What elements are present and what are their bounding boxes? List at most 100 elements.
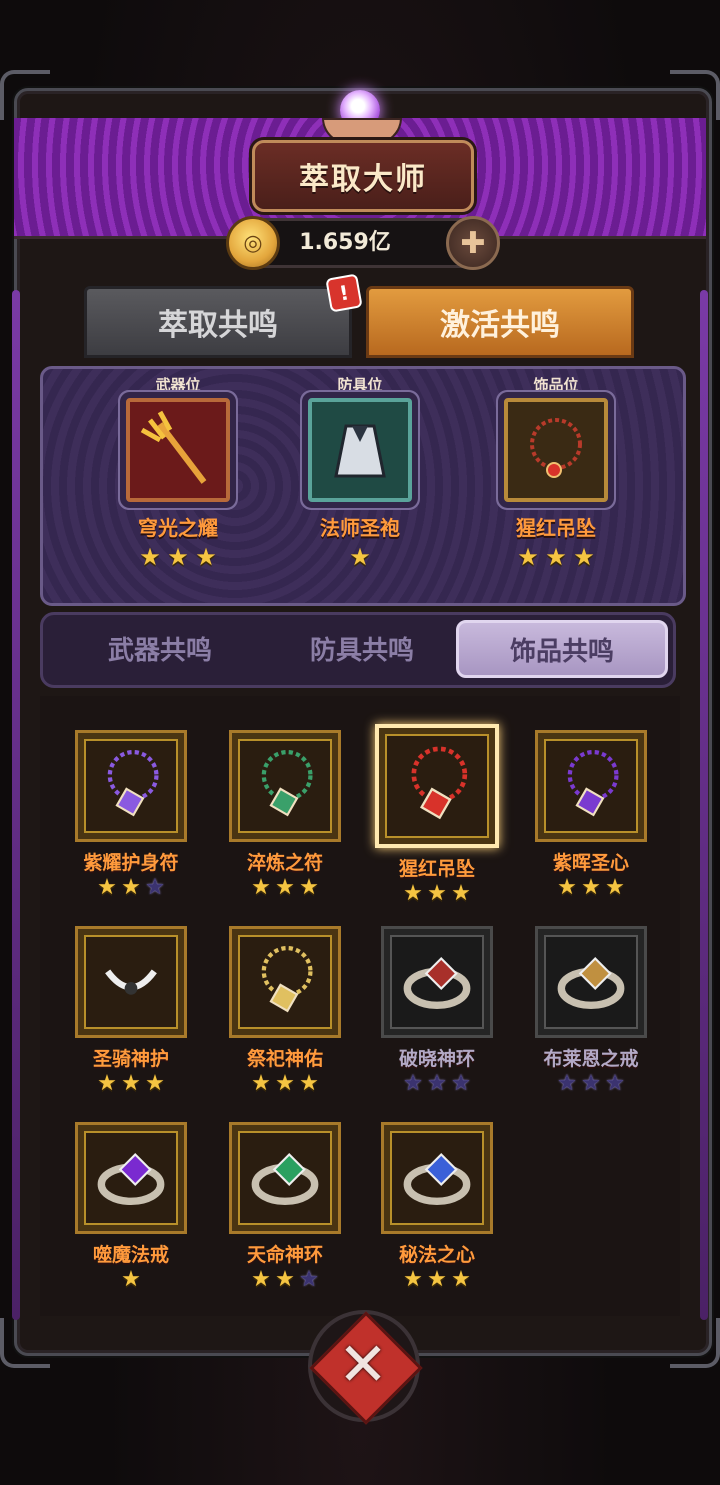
star-icon: ★ <box>251 875 271 900</box>
star-icon: ★ <box>403 1267 423 1292</box>
star-rating: ★ ★ ★ <box>66 877 196 899</box>
star-rating: ★ ★ ★ <box>486 545 626 569</box>
close-icon[interactable]: ✕ <box>320 1322 406 1408</box>
pendant-icon-graphic <box>411 746 468 820</box>
slot-label: 武器位 <box>155 376 201 394</box>
star-icon: ★ <box>97 1071 117 1096</box>
equip-slot-armor[interactable]: 防具位 法师圣袍 ★ <box>290 374 430 569</box>
star-icon: ★ <box>605 875 625 900</box>
ring-icon <box>75 1122 187 1234</box>
star-icon: ★ <box>517 543 539 571</box>
star-icon: ★ <box>145 1071 165 1096</box>
item-name: 祭祀神佑 <box>246 1048 323 1070</box>
star-rating: ★ <box>66 1269 196 1291</box>
title-plate: 萃取大师 <box>252 140 474 212</box>
item-card[interactable]: 破晓神环 ★ ★ ★ <box>372 926 502 1095</box>
star-icon: ★ <box>427 1267 447 1292</box>
item-name: 噬魔法戒 <box>92 1244 169 1266</box>
star-icon: ★ <box>97 875 117 900</box>
star-rating: ★ ★ ★ <box>372 1269 502 1291</box>
star-icon: ★ <box>451 881 471 906</box>
item-card[interactable]: 祭祀神佑 ★ ★ ★ <box>220 926 350 1095</box>
star-icon: ★ <box>121 875 141 900</box>
heart-pendant-icon <box>535 730 647 842</box>
item-name: 淬炼之符 <box>246 852 323 874</box>
ring-icon <box>535 926 647 1038</box>
robe-icon <box>308 398 412 502</box>
tab-extract-resonance[interactable]: 萃取共鸣 <box>84 286 352 358</box>
amulet-icon-graphic <box>107 749 159 817</box>
star-icon: ★ <box>427 881 447 906</box>
empty-star-icon: ★ <box>581 1071 601 1096</box>
star-icon: ★ <box>121 1071 141 1096</box>
star-rating: ★ ★ ★ <box>220 877 350 899</box>
item-card[interactable]: 圣骑神护 ★ ★ ★ <box>66 926 196 1095</box>
slot-item-name: 穹光之耀 <box>138 516 218 540</box>
currency-amount: 1.659亿 <box>299 230 391 255</box>
star-icon: ★ <box>121 1267 141 1292</box>
star-rating: ★ ★ ★ <box>220 1269 350 1291</box>
item-card[interactable]: 布莱恩之戒 ★ ★ ★ <box>526 926 656 1095</box>
star-icon: ★ <box>167 543 189 571</box>
item-card[interactable]: 噬魔法戒 ★ <box>66 1122 196 1291</box>
item-name: 破晓神环 <box>398 1048 475 1070</box>
item-card[interactable]: 猩红吊坠 ★ ★ ★ <box>372 724 502 905</box>
star-rating: ★ ★ ★ <box>372 883 502 905</box>
star-rating: ★ ★ ★ <box>66 1073 196 1095</box>
item-card[interactable]: 秘法之心 ★ ★ ★ <box>372 1122 502 1291</box>
item-card[interactable]: 紫耀护身符 ★ ★ ★ <box>66 730 196 899</box>
item-card[interactable]: 淬炼之符 ★ ★ ★ <box>220 730 350 899</box>
ring-icon-graphic <box>403 1153 471 1206</box>
star-icon: ★ <box>349 543 371 571</box>
item-card[interactable]: 紫晖圣心 ★ ★ ★ <box>526 730 656 899</box>
star-icon: ★ <box>251 1071 271 1096</box>
star-icon: ★ <box>275 1071 295 1096</box>
star-rating: ★ ★ ★ <box>526 877 656 899</box>
winged-charm-icon-graphic <box>105 969 157 995</box>
tab-weapon-resonance[interactable]: 武器共鸣 <box>54 620 266 676</box>
page-title: 萃取大师 <box>299 162 427 197</box>
star-rating: ★ ★ ★ <box>372 1073 502 1095</box>
empty-star-icon: ★ <box>145 875 165 900</box>
winged-charm-icon <box>75 926 187 1038</box>
star-icon: ★ <box>299 875 319 900</box>
star-icon: ★ <box>195 543 217 571</box>
necklace-icon-graphic <box>261 749 313 817</box>
necklace-icon <box>229 926 341 1038</box>
star-icon: ★ <box>275 875 295 900</box>
star-icon: ★ <box>251 1267 271 1292</box>
necklace-icon <box>229 730 341 842</box>
equip-slot-accessory[interactable]: 饰品位 猩红吊坠 ★ ★ ★ <box>486 374 626 569</box>
empty-star-icon: ★ <box>299 1267 319 1292</box>
item-name: 布莱恩之戒 <box>543 1048 639 1070</box>
item-name: 紫耀护身符 <box>83 852 179 874</box>
star-icon: ★ <box>403 881 423 906</box>
ring-icon <box>229 1122 341 1234</box>
pendant-icon <box>504 398 608 502</box>
empty-star-icon: ★ <box>557 1071 577 1096</box>
item-name: 圣骑神护 <box>92 1048 169 1070</box>
star-icon: ★ <box>275 1267 295 1292</box>
add-currency-button[interactable]: ✚ <box>446 216 500 270</box>
ring-icon-graphic <box>403 957 471 1010</box>
star-rating: ★ ★ ★ <box>108 545 248 569</box>
ring-icon-graphic <box>97 1153 165 1206</box>
tab-accessory-resonance[interactable]: 饰品共鸣 <box>456 620 668 678</box>
tab-activate-resonance[interactable]: 激活共鸣 <box>366 286 634 358</box>
star-icon: ★ <box>573 543 595 571</box>
star-icon: ★ <box>299 1071 319 1096</box>
frame-left-rail <box>12 290 20 1320</box>
empty-star-icon: ★ <box>605 1071 625 1096</box>
frame-right-rail <box>700 290 708 1320</box>
item-card[interactable]: 天命神环 ★ ★ ★ <box>220 1122 350 1291</box>
ring-icon-graphic <box>251 1153 319 1206</box>
slot-item-name: 猩红吊坠 <box>516 516 596 540</box>
slot-label: 饰品位 <box>533 376 579 394</box>
tab-armor-resonance[interactable]: 防具共鸣 <box>256 620 468 676</box>
star-icon: ★ <box>545 543 567 571</box>
alert-badge-icon: ! <box>325 273 363 313</box>
ring-icon <box>381 1122 493 1234</box>
ring-icon <box>381 926 493 1038</box>
star-icon: ★ <box>581 875 601 900</box>
equip-slot-weapon[interactable]: 武器位 穹光之耀 ★ ★ ★ <box>108 374 248 569</box>
